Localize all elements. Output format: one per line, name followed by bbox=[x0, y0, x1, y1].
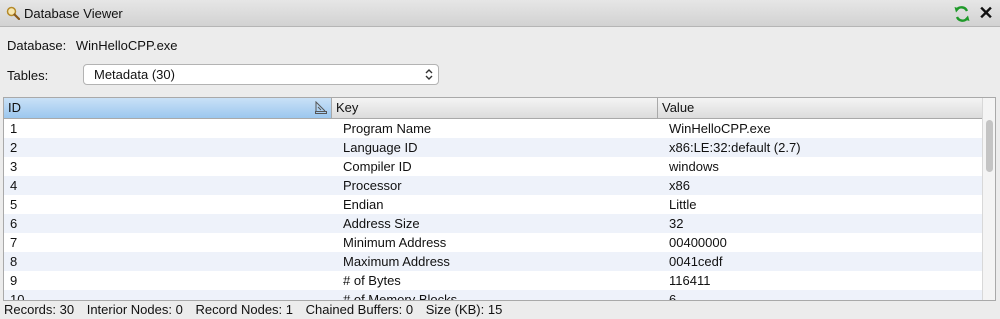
cell-id: 7 bbox=[10, 235, 18, 250]
cell-key: Address Size bbox=[343, 216, 420, 231]
tables-label: Tables: bbox=[7, 68, 49, 83]
database-value: WinHelloCPP.exe bbox=[75, 38, 178, 53]
metadata-table: ID Key Value 1 Program Name WinHelloCPP.… bbox=[3, 97, 996, 301]
vertical-scrollbar[interactable] bbox=[982, 98, 995, 300]
status-bar: Records: 30 Interior Nodes: 0 Record Nod… bbox=[0, 301, 1000, 319]
cell-key: # of Bytes bbox=[343, 273, 401, 288]
cell-id: 3 bbox=[10, 159, 18, 174]
cell-value: 116411 bbox=[669, 273, 711, 288]
cell-key: Minimum Address bbox=[343, 235, 447, 250]
cell-key: Processor bbox=[343, 178, 402, 193]
sort-icon bbox=[315, 101, 327, 114]
tables-select[interactable]: Metadata (30) bbox=[83, 64, 439, 85]
magnifier-icon bbox=[6, 6, 20, 20]
window-title: Database Viewer bbox=[24, 6, 123, 21]
status-chained-buffers: Chained Buffers: 0 bbox=[305, 302, 414, 317]
table-row[interactable]: 9 # of Bytes 116411 bbox=[4, 271, 982, 290]
database-label: Database: bbox=[7, 38, 67, 53]
status-records: Records: 30 bbox=[4, 302, 75, 317]
status-record-nodes: Record Nodes: 1 bbox=[195, 302, 294, 317]
column-header-label: Value bbox=[662, 100, 695, 115]
cell-value: 32 bbox=[669, 216, 684, 231]
cell-key: Program Name bbox=[343, 121, 432, 136]
column-header-value[interactable]: Value bbox=[658, 98, 982, 118]
status-size: Size (KB): 15 bbox=[425, 302, 503, 317]
cell-id: 2 bbox=[10, 140, 18, 155]
table-row[interactable]: 1 Program Name WinHelloCPP.exe bbox=[4, 119, 982, 138]
cell-key: Compiler ID bbox=[343, 159, 412, 174]
status-interior-nodes: Interior Nodes: 0 bbox=[86, 302, 183, 317]
cell-key: Maximum Address bbox=[343, 254, 450, 269]
column-header-id[interactable]: ID bbox=[4, 98, 332, 118]
table-header: ID Key Value bbox=[4, 98, 982, 119]
table-body: 1 Program Name WinHelloCPP.exe 2 Languag… bbox=[4, 119, 982, 301]
table-row[interactable]: 6 Address Size 32 bbox=[4, 214, 982, 233]
cell-id: 10 bbox=[10, 292, 25, 301]
column-header-key[interactable]: Key bbox=[332, 98, 658, 118]
title-bar: Database Viewer ✕ bbox=[0, 0, 1000, 27]
cell-id: 5 bbox=[10, 197, 18, 212]
table-row[interactable]: 3 Compiler ID windows bbox=[4, 157, 982, 176]
cell-value: windows bbox=[669, 159, 719, 174]
cell-key: Endian bbox=[343, 197, 384, 212]
column-header-label: ID bbox=[8, 100, 21, 115]
chevron-updown-icon bbox=[425, 69, 433, 80]
table-row[interactable]: 7 Minimum Address 00400000 bbox=[4, 233, 982, 252]
cell-id: 4 bbox=[10, 178, 18, 193]
cell-key: # of Memory Blocks bbox=[343, 292, 458, 301]
cell-id: 9 bbox=[10, 273, 18, 288]
column-header-label: Key bbox=[336, 100, 359, 115]
cell-value: x86:LE:32:default (2.7) bbox=[669, 140, 801, 155]
close-icon[interactable]: ✕ bbox=[976, 3, 996, 23]
cell-value: WinHelloCPP.exe bbox=[669, 121, 771, 136]
refresh-icon[interactable] bbox=[953, 5, 971, 23]
cell-value: x86 bbox=[669, 178, 690, 193]
cell-key: Language ID bbox=[343, 140, 418, 155]
table-row[interactable]: 2 Language ID x86:LE:32:default (2.7) bbox=[4, 138, 982, 157]
table-row[interactable]: 4 Processor x86 bbox=[4, 176, 982, 195]
table-row[interactable]: 5 Endian Little bbox=[4, 195, 982, 214]
tables-select-value: Metadata (30) bbox=[94, 67, 175, 82]
cell-value: 0041cedf bbox=[669, 254, 723, 269]
cell-id: 8 bbox=[10, 254, 18, 269]
cell-id: 6 bbox=[10, 216, 18, 231]
cell-id: 1 bbox=[10, 121, 18, 136]
scrollbar-thumb[interactable] bbox=[986, 120, 993, 172]
cell-value: 6 bbox=[669, 292, 677, 301]
table-row[interactable]: 10 # of Memory Blocks 6 bbox=[4, 290, 982, 301]
table-row[interactable]: 8 Maximum Address 0041cedf bbox=[4, 252, 982, 271]
cell-value: 00400000 bbox=[669, 235, 727, 250]
cell-value: Little bbox=[669, 197, 697, 212]
database-info: Database: WinHelloCPP.exe bbox=[7, 38, 178, 53]
